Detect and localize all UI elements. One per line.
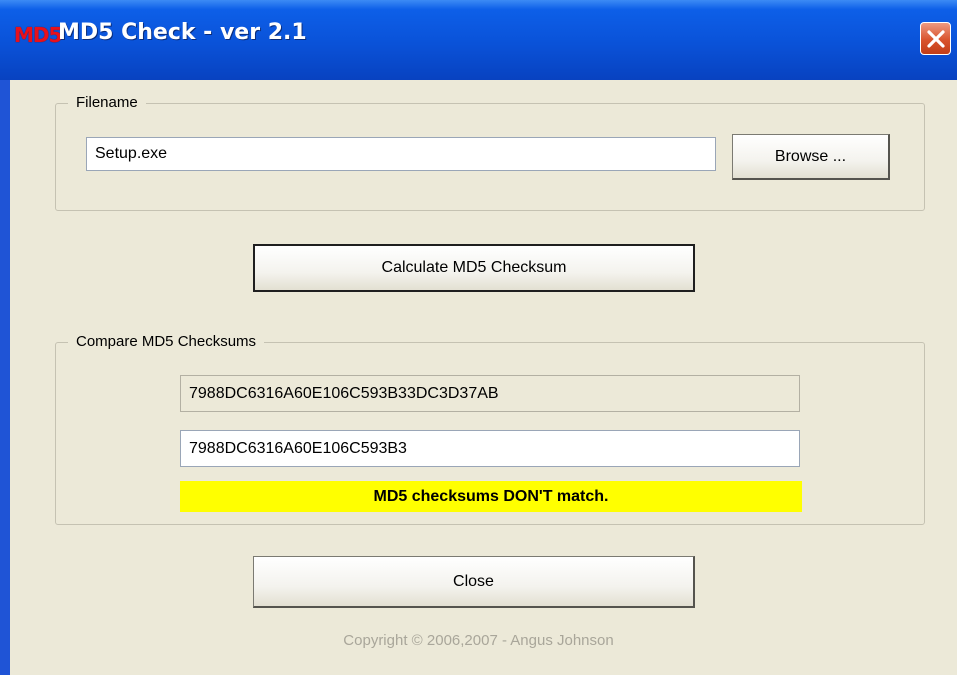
calculate-md5-button[interactable]: Calculate MD5 Checksum	[253, 244, 695, 292]
copyright-text: Copyright © 2006,2007 - Angus Johnson	[343, 632, 614, 649]
title-bar[interactable]: MD5 MD5 Check - ver 2.1	[0, 0, 957, 80]
filename-group-label: Filename	[68, 94, 146, 111]
match-status-badge: MD5 checksums DON'T match.	[180, 481, 802, 512]
md5-app-icon: MD5	[14, 23, 62, 47]
close-button[interactable]: Close	[253, 556, 695, 608]
browse-button[interactable]: Browse ...	[732, 134, 890, 180]
window-title: MD5 Check - ver 2.1	[58, 20, 307, 45]
expected-checksum-input[interactable]: 7988DC6316A60E106C593B3	[180, 430, 800, 467]
compare-group-label: Compare MD5 Checksums	[68, 333, 265, 350]
app-window: MD5 MD5 Check - ver 2.1 Filename Setup.e…	[0, 0, 957, 675]
filename-input[interactable]: Setup.exe	[86, 137, 716, 171]
window-close-button[interactable]	[920, 22, 951, 55]
computed-checksum-field[interactable]: 7988DC6316A60E106C593B33DC3D37AB	[180, 375, 800, 412]
